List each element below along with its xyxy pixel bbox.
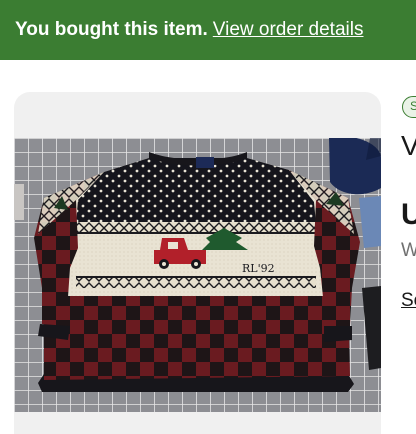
view-order-details-link[interactable]: View order details bbox=[213, 19, 364, 41]
listing-subtext: W bbox=[401, 240, 416, 261]
listing-link[interactable]: Se bbox=[401, 290, 416, 312]
sweater-knit-text: RL'92 bbox=[242, 262, 275, 275]
status-badge: S bbox=[402, 96, 416, 118]
purchase-confirmation-banner: You bought this item. View order details bbox=[0, 0, 416, 60]
listing-price: U bbox=[401, 198, 416, 231]
item-photo[interactable]: RL'92 bbox=[14, 138, 381, 412]
listing-title: V bbox=[401, 130, 416, 161]
listing-details-column: S V U W Se bbox=[400, 92, 416, 434]
item-photo-card[interactable]: RL'92 bbox=[14, 92, 381, 434]
purchase-message: You bought this item. bbox=[15, 19, 208, 40]
